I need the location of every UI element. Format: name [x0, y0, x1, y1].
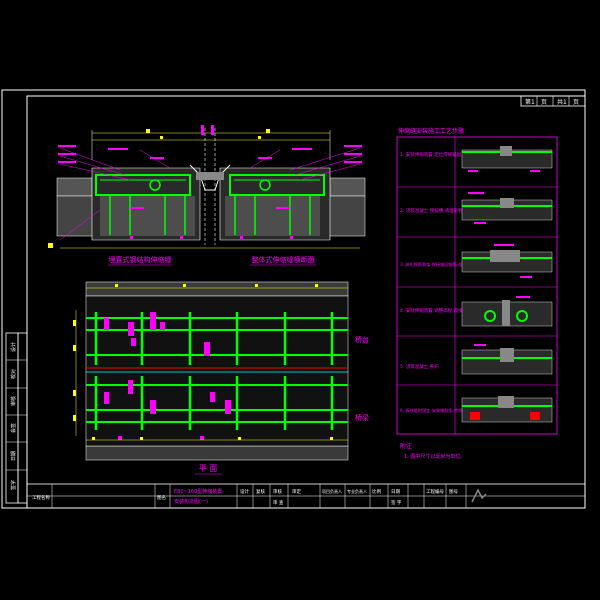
cad-drawing-sheet: 设计 校对 审核 会签 日期 签字 第 1 页 共 1 页 埋置式钢结构伸缩缝 … [1, 89, 586, 509]
title-block: 工程名称 图名 E80~160型伸缩装置 安装构造图(一) 设计 复核 审核 审… [26, 483, 586, 509]
step-text: 6. 拆除临时固定 安装橡胶条 完成施工 [400, 407, 471, 414]
sheet-total: 1 [563, 99, 567, 106]
sheet-current: 1 [531, 99, 535, 106]
left-strip-label: 日期 [11, 451, 17, 461]
title-role: 设计 [240, 488, 249, 495]
title-role: 审核 [273, 488, 282, 495]
title-role: 比例 [372, 488, 381, 495]
step-text: 5. 浇筑混凝土 养护 [400, 363, 439, 370]
step-sketch [461, 192, 553, 224]
title-role: 专业负责人 [347, 488, 367, 494]
step-sketch [461, 296, 553, 327]
side-label-bottom: 桥梁 [355, 413, 369, 422]
sign-label: 签 字 [391, 499, 402, 506]
figure-label: 图名 [157, 494, 166, 501]
note-title: 附注: [400, 442, 414, 450]
section-title-right: 整体式伸缩缝横断面 [252, 255, 315, 264]
project-label: 工程名称 [32, 494, 50, 501]
stage-label: 工程编号 [426, 488, 444, 495]
title-role: 审定 [292, 488, 301, 495]
left-strip-label: 设计 [10, 342, 17, 352]
note-text: 1. 图中尺寸以毫米为单位。 [404, 453, 465, 460]
step-sketch [461, 344, 553, 375]
step-sketch [461, 396, 553, 423]
side-label-top: 桥台 [355, 335, 369, 344]
step-sketch [461, 146, 553, 172]
plan-view: 桥台 桥梁 [73, 281, 369, 461]
review-label: 审 查 [273, 499, 284, 506]
step-sketch [461, 244, 553, 278]
plan-label: 平 面 [199, 464, 218, 473]
step-text: 4. 安装伸缩装置 调整高程 焊接固定 [400, 307, 472, 314]
title-role: 项目负责人 [322, 488, 342, 494]
step-text: 1. 安装伸缩装置 定位焊接锚固 [400, 151, 462, 158]
drawing-title-line2: 安装构造图(一) [174, 498, 208, 505]
drawing-title-line1: E80~160型伸缩装置 [174, 488, 222, 495]
step-text: 2. 浇筑混凝土 预留槽 清理杂物 [400, 207, 463, 214]
left-strip-label: 会签 [10, 423, 17, 433]
sheet-label: 页 [573, 99, 579, 106]
section-title-left: 埋置式钢结构伸缩缝 [109, 255, 172, 264]
sheet-number-box: 第 1 页 共 1 页 [520, 95, 586, 107]
title-role: 日期 [391, 489, 400, 495]
steps-title: 伸缩缝安装施工工艺步骤 [398, 127, 464, 135]
construction-steps-table: 伸缩缝安装施工工艺步骤 1. 安装伸缩装置 定位焊接锚固 2. 浇筑混凝土 预留… [396, 127, 558, 460]
cross-section-view [48, 125, 366, 249]
left-strip: 设计 校对 审核 会签 日期 签字 [5, 332, 28, 504]
left-strip-label: 校对 [10, 369, 17, 379]
title-role: 复核 [256, 488, 265, 495]
left-strip-label: 审核 [10, 396, 17, 406]
left-strip-label: 签字 [10, 480, 17, 490]
drawing-no-label: 图号 [449, 489, 458, 495]
sheet-label: 页 [541, 99, 547, 106]
